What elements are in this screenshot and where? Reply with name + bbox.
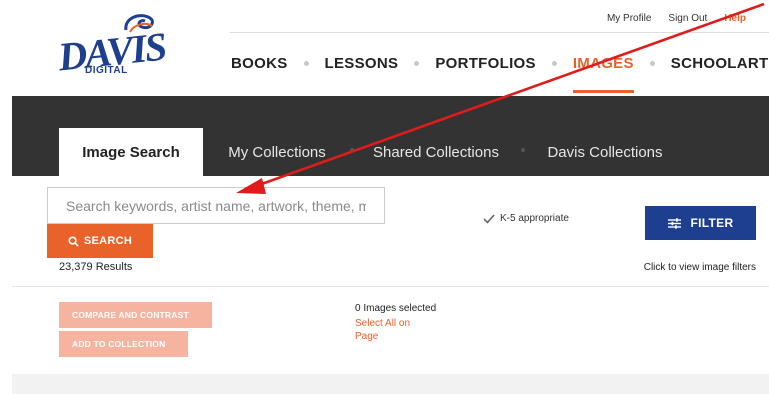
header-divider — [230, 32, 769, 33]
k5-checkbox[interactable]: K-5 appropriate — [483, 213, 569, 224]
sliders-icon — [667, 217, 681, 229]
nav-lessons[interactable]: LESSONS — [325, 55, 399, 72]
tab-davis-collections[interactable]: Davis Collections — [530, 128, 680, 176]
nav-schoolarts[interactable]: SCHOOLARTS — [671, 55, 769, 72]
search-icon — [68, 235, 79, 247]
select-all-link[interactable]: Select All on Page — [355, 317, 425, 343]
checkmark-icon — [483, 213, 495, 224]
nav-separator — [551, 61, 557, 66]
results-count: 23,379 Results — [59, 261, 133, 273]
utility-links: My Profile Sign Out Help — [607, 13, 746, 24]
filter-hint: Click to view image filters — [643, 262, 756, 273]
tab-shared-collections[interactable]: Shared Collections — [356, 128, 516, 176]
filter-button-label: FILTER — [690, 216, 734, 230]
results-area — [12, 374, 769, 394]
nav-images-label: IMAGES — [572, 55, 634, 72]
search-button[interactable]: SEARCH — [47, 224, 153, 258]
search-input[interactable] — [47, 187, 385, 224]
nav-separator — [414, 61, 420, 66]
filter-button[interactable]: FILTER — [645, 206, 756, 240]
logo-subtitle: DIGITAL — [85, 65, 128, 76]
page: DAVIS DIGITAL My Profile Sign Out Help B… — [0, 0, 769, 394]
active-nav-underline — [572, 90, 634, 93]
tab-separator — [521, 148, 525, 152]
add-to-collection-button[interactable]: ADD TO COLLECTION — [59, 331, 188, 357]
nav-portfolios[interactable]: PORTFOLIOS — [435, 55, 536, 72]
compare-and-contrast-button[interactable]: COMPARE AND CONTRAST — [59, 302, 212, 328]
nav-separator — [303, 61, 309, 66]
nav-images[interactable]: IMAGES — [572, 55, 634, 93]
davis-digital-logo[interactable]: DAVIS DIGITAL — [56, 10, 168, 82]
tab-separator — [350, 148, 354, 152]
tab-image-search[interactable]: Image Search — [59, 128, 203, 176]
nav-books[interactable]: BOOKS — [231, 55, 288, 72]
main-nav: BOOKS LESSONS PORTFOLIOS IMAGES SCHOOLAR… — [231, 55, 769, 93]
section-divider — [12, 286, 769, 287]
help-link[interactable]: Help — [724, 13, 746, 24]
my-profile-link[interactable]: My Profile — [607, 13, 651, 24]
tab-my-collections[interactable]: My Collections — [212, 128, 342, 176]
sign-out-link[interactable]: Sign Out — [668, 13, 707, 24]
nav-separator — [649, 61, 655, 66]
selected-count: 0 Images selected — [355, 303, 437, 314]
k5-label: K-5 appropriate — [500, 213, 569, 224]
search-button-label: SEARCH — [83, 235, 133, 247]
